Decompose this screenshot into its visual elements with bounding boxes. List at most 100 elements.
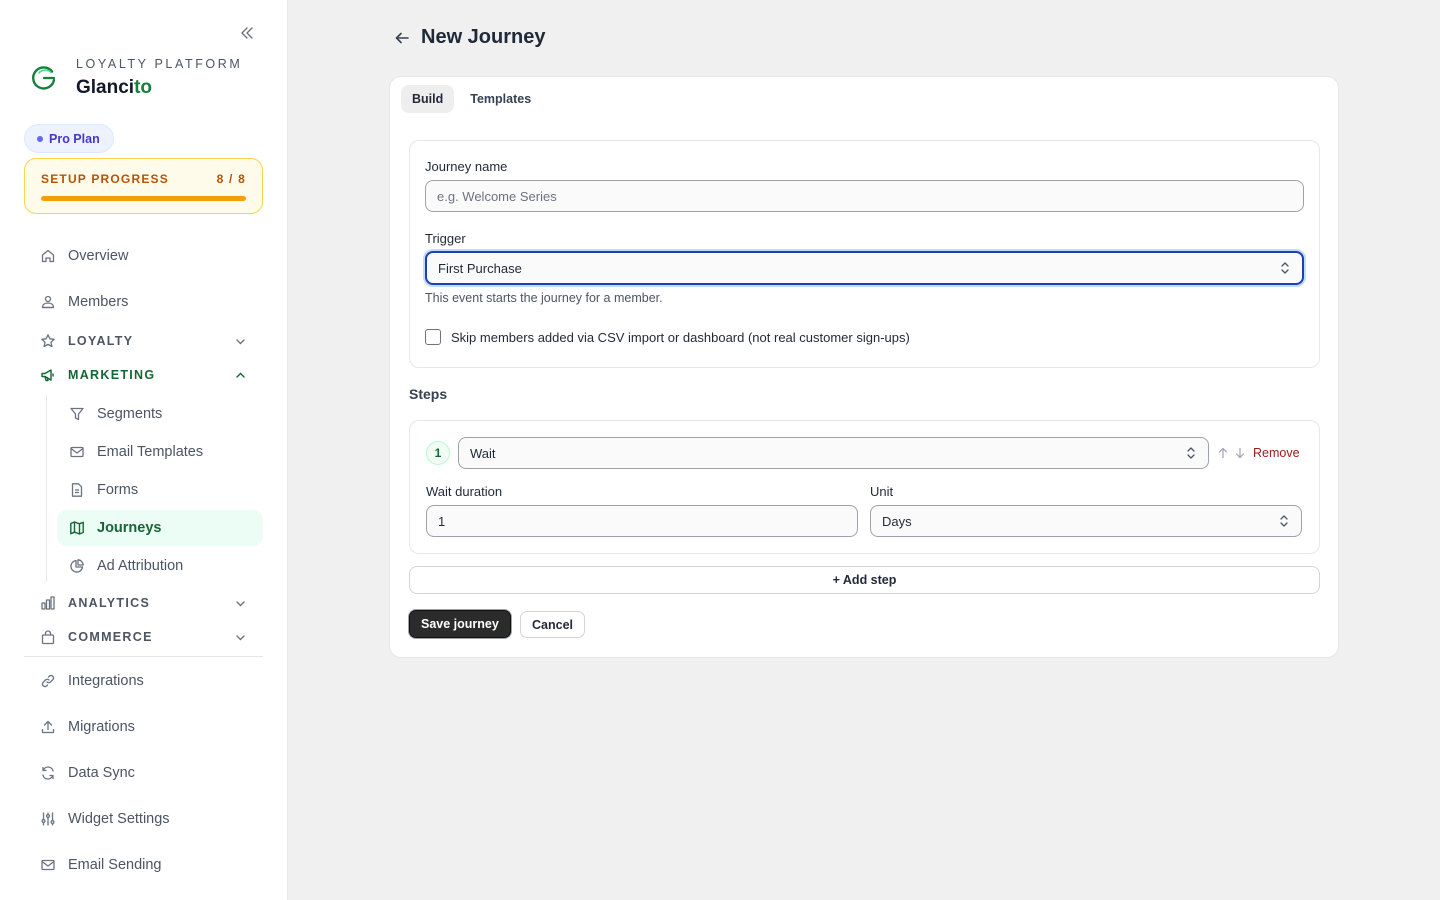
nav-ad-attribution[interactable]: Ad Attribution <box>57 548 263 584</box>
move-step-down-icon[interactable] <box>1234 447 1246 459</box>
chevron-down-icon <box>236 635 245 641</box>
filter-icon <box>70 407 84 421</box>
journey-name-label: Journey name <box>425 159 508 174</box>
mail-icon <box>41 859 55 871</box>
cancel-button[interactable]: Cancel <box>520 611 585 638</box>
mail-icon <box>70 446 84 458</box>
brand-name: Glancito <box>76 77 242 99</box>
nav-journeys[interactable]: Journeys <box>57 510 263 546</box>
trigger-helper-text: This event starts the journey for a memb… <box>425 291 663 305</box>
plan-badge: Pro Plan <box>24 124 114 153</box>
brand-eyebrow: LOYALTY PLATFORM <box>76 57 243 71</box>
chevron-up-down-icon <box>1280 515 1288 527</box>
plan-dot <box>37 135 43 142</box>
chevron-down-icon <box>236 339 245 345</box>
step-number-badge: 1 <box>426 441 450 465</box>
nav-section-marketing[interactable]: MARKETING <box>24 361 263 389</box>
nav-forms[interactable]: Forms <box>57 472 263 508</box>
brand-name-main: Glanci <box>76 77 135 98</box>
step-type-select[interactable]: Wait <box>458 437 1209 469</box>
skip-imported-members-label: Skip members added via CSV import or das… <box>451 329 910 345</box>
tab-build[interactable]: Build <box>401 85 455 113</box>
tab-templates[interactable]: Templates <box>459 85 542 113</box>
map-icon <box>70 521 84 535</box>
trigger-select[interactable]: First Purchase <box>425 251 1304 285</box>
brand-logo-icon <box>32 66 56 90</box>
nav-migrations[interactable]: Migrations <box>24 709 263 745</box>
collapse-sidebar-button[interactable] <box>236 22 258 44</box>
unit-select[interactable]: Days <box>870 505 1302 537</box>
journey-name-input[interactable] <box>425 180 1304 212</box>
setup-progress-label: SETUP PROGRESS <box>41 172 169 186</box>
link-icon <box>41 674 55 688</box>
megaphone-icon <box>41 369 54 382</box>
nav-section-loyalty[interactable]: LOYALTY <box>24 327 263 355</box>
document-icon <box>71 483 83 497</box>
nav-email-templates[interactable]: Email Templates <box>57 434 263 470</box>
brand: LOYALTY PLATFORM Glancito <box>30 56 242 99</box>
nav-widget-settings[interactable]: Widget Settings <box>24 801 263 837</box>
nav-data-sync-label: Data Sync <box>68 765 135 781</box>
nav-journeys-label: Journeys <box>97 520 162 536</box>
nav-section-marketing-label: MARKETING <box>68 368 156 382</box>
sidebar: LOYALTY PLATFORM Glancito Pro Plan SETUP… <box>0 0 288 900</box>
move-step-up-icon[interactable] <box>1217 447 1229 459</box>
setup-progress-card[interactable]: SETUP PROGRESS 8 / 8 <box>24 158 263 214</box>
unit-select-value: Days <box>882 513 912 529</box>
setup-progress-bar <box>41 196 246 201</box>
nav-email-sending-label: Email Sending <box>68 857 162 873</box>
brand-name-accent: to <box>134 77 153 98</box>
wait-duration-input[interactable] <box>426 505 858 537</box>
nav-section-commerce-label: COMMERCE <box>68 630 153 644</box>
nav-migrations-label: Migrations <box>68 719 135 735</box>
remove-step-button[interactable]: Remove <box>1253 446 1300 460</box>
page-title: New Journey <box>421 26 546 48</box>
save-journey-button[interactable]: Save journey <box>409 610 511 638</box>
shopping-bag-icon <box>41 630 55 645</box>
nav-forms-label: Forms <box>97 482 139 498</box>
skip-imported-members-option[interactable]: Skip members added via CSV import or das… <box>425 329 910 345</box>
nav-overview[interactable]: Overview <box>24 238 263 274</box>
sliders-icon <box>41 812 55 826</box>
chevron-up-icon <box>236 372 245 378</box>
page-header: New Journey <box>392 26 545 49</box>
setup-progress-fill <box>41 196 246 201</box>
home-icon <box>41 249 55 263</box>
chevron-up-down-icon <box>1281 262 1289 274</box>
star-icon <box>41 334 55 348</box>
nav-members-label: Members <box>68 294 129 310</box>
refresh-icon <box>42 766 54 780</box>
nav-segments-label: Segments <box>97 406 163 422</box>
upload-icon <box>41 720 55 734</box>
submenu-guide-line <box>46 396 47 582</box>
nav-members[interactable]: Members <box>24 284 263 320</box>
members-icon <box>41 295 55 309</box>
nav-email-templates-label: Email Templates <box>97 444 204 460</box>
nav-section-loyalty-label: LOYALTY <box>68 334 134 348</box>
chevron-up-down-icon <box>1187 447 1195 459</box>
back-button[interactable] <box>392 28 412 48</box>
skip-imported-members-checkbox[interactable] <box>425 329 441 345</box>
step-type-value: Wait <box>470 445 496 461</box>
nav-integrations-label: Integrations <box>68 673 144 689</box>
sidebar-divider <box>24 656 263 657</box>
step-card: 1 Wait Remove Wait duration Unit Days <box>409 420 1320 554</box>
nav-integrations[interactable]: Integrations <box>24 663 263 699</box>
nav-section-commerce[interactable]: COMMERCE <box>24 623 263 651</box>
arrow-left-icon <box>395 32 409 43</box>
pie-chart-icon <box>70 559 84 573</box>
nav-overview-label: Overview <box>68 248 129 264</box>
builder-tabs: Build Templates <box>401 85 547 113</box>
trigger-label: Trigger <box>425 231 466 246</box>
steps-heading: Steps <box>409 386 448 402</box>
nav-email-sending[interactable]: Email Sending <box>24 847 263 883</box>
nav-segments[interactable]: Segments <box>57 396 263 432</box>
wait-duration-label: Wait duration <box>426 484 503 499</box>
nav-section-analytics-label: ANALYTICS <box>68 596 151 610</box>
setup-progress-count: 8 / 8 <box>216 172 246 186</box>
unit-label: Unit <box>870 484 894 499</box>
journey-builder-card: Build Templates Journey name Trigger Fir… <box>389 76 1339 658</box>
nav-data-sync[interactable]: Data Sync <box>24 755 263 791</box>
nav-section-analytics[interactable]: ANALYTICS <box>24 589 263 617</box>
add-step-button[interactable]: + Add step <box>409 566 1320 594</box>
